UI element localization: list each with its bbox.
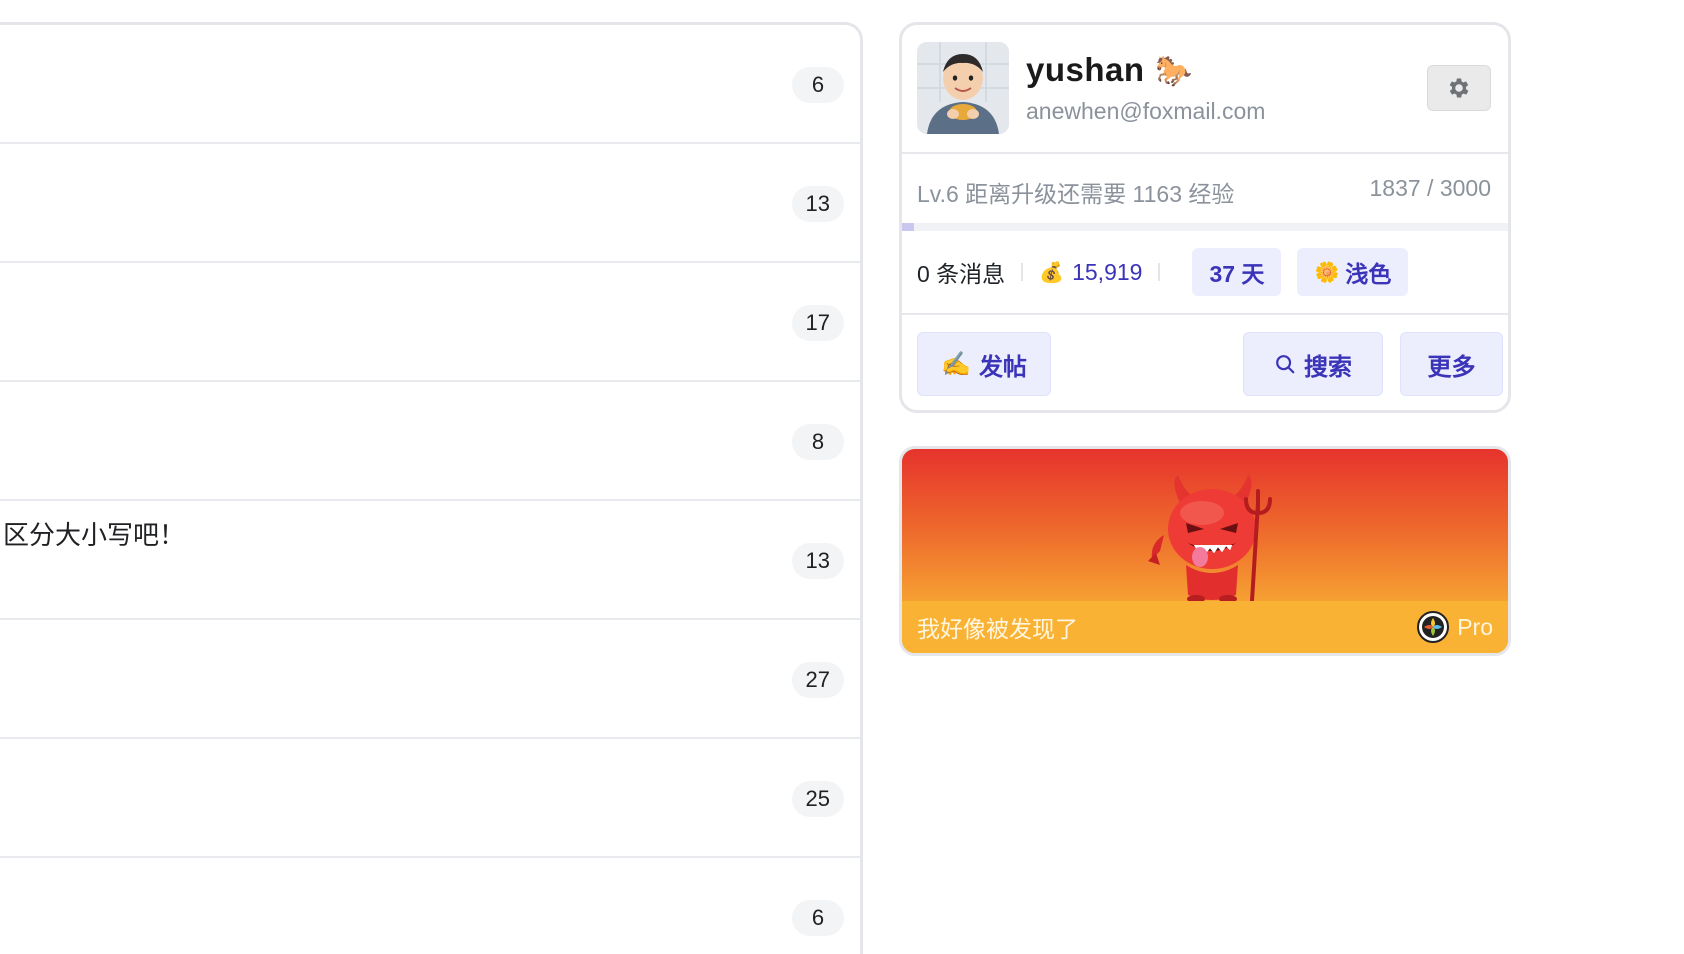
topic-row[interactable]: 6 — [0, 25, 860, 144]
search-label: 搜索 — [1304, 353, 1352, 381]
reply-count-badge[interactable]: 13 — [791, 543, 844, 579]
exp-progress-fill — [902, 223, 915, 231]
money-bag-icon: 💰 — [1039, 261, 1065, 284]
search-button[interactable]: 搜索 — [1243, 332, 1383, 396]
more-label: 更多 — [1427, 353, 1476, 381]
topic-row[interactable]: 区分大小写吧！ 13 — [0, 501, 860, 620]
horse-icon: 🐎 — [1155, 55, 1193, 88]
sunflower-icon: 🌼 — [1314, 261, 1340, 284]
topic-row[interactable]: 17 — [0, 263, 860, 382]
reply-count-badge[interactable]: 13 — [791, 186, 844, 222]
avatar[interactable] — [917, 42, 1009, 134]
topic-row[interactable]: 27 — [0, 620, 860, 739]
topic-row[interactable]: 25 — [0, 739, 860, 858]
coin-balance[interactable]: 15,919 — [1072, 259, 1142, 286]
divider — [902, 152, 1508, 154]
divider — [902, 313, 1508, 315]
reply-count-badge[interactable]: 25 — [791, 781, 844, 817]
settings-button[interactable] — [1427, 65, 1491, 111]
new-post-label: 发帖 — [978, 353, 1027, 381]
exp-counter: 1837 / 3000 — [1369, 175, 1491, 201]
topic-row[interactable]: 8 — [0, 382, 860, 501]
separator — [1158, 263, 1161, 281]
checkin-days-button[interactable]: 37 天 — [1192, 248, 1282, 296]
banner-caption: 我好像被发现了 — [917, 616, 1078, 642]
reply-count-badge[interactable]: 17 — [791, 305, 844, 341]
separator — [1021, 263, 1024, 281]
user-card: yushan 🐎 anewhen@foxmail.com Lv.6 距离升级还需… — [899, 22, 1511, 413]
promo-banner[interactable]: 我好像被发现了 Pro — [899, 446, 1511, 656]
gear-icon — [1449, 78, 1469, 98]
exp-progress-bar — [902, 223, 1508, 231]
avatar-image — [917, 42, 1009, 134]
reply-count-badge[interactable]: 27 — [791, 662, 844, 698]
search-icon — [1274, 353, 1296, 375]
reply-count-badge[interactable]: 8 — [792, 424, 844, 460]
reply-count-badge[interactable]: 6 — [792, 67, 844, 103]
theme-toggle-button[interactable]: 🌼 浅色 — [1297, 248, 1409, 296]
stats-row: 0 条消息 💰 15,919 37 天 🌼 浅色 — [917, 248, 1409, 296]
new-post-button[interactable]: ✍️ 发帖 — [917, 332, 1051, 396]
topic-row[interactable]: 13 — [0, 144, 860, 263]
level-progress-text: Lv.6 距离升级还需要 1163 经验 — [917, 181, 1235, 207]
topic-row[interactable]: 6 — [0, 858, 860, 954]
topic-title[interactable]: 区分大小写吧！ — [3, 515, 185, 552]
pro-label: Pro — [1457, 613, 1493, 640]
page: 6 13 17 8 区分大小写吧！ 13 27 25 6 yushan 🐎 an… — [0, 0, 1684, 954]
banner-footer: 我好像被发现了 Pro — [902, 601, 1508, 653]
message-count-link[interactable]: 0 条消息 — [917, 255, 1005, 289]
writing-hand-icon: ✍️ — [941, 350, 971, 378]
pro-badge[interactable]: Pro — [1417, 611, 1493, 643]
reply-count-badge[interactable]: 6 — [792, 900, 844, 936]
user-email: anewhen@foxmail.com — [1026, 98, 1266, 124]
checkin-days-label: 37 天 — [1209, 261, 1265, 287]
pro-logo-icon — [1417, 611, 1450, 643]
devil-icon — [1148, 475, 1272, 603]
username[interactable]: yushan — [1026, 51, 1145, 89]
theme-label: 浅色 — [1345, 261, 1392, 287]
more-button[interactable]: 更多 — [1400, 332, 1503, 396]
topic-list: 6 13 17 8 区分大小写吧！ 13 27 25 6 — [0, 22, 863, 954]
